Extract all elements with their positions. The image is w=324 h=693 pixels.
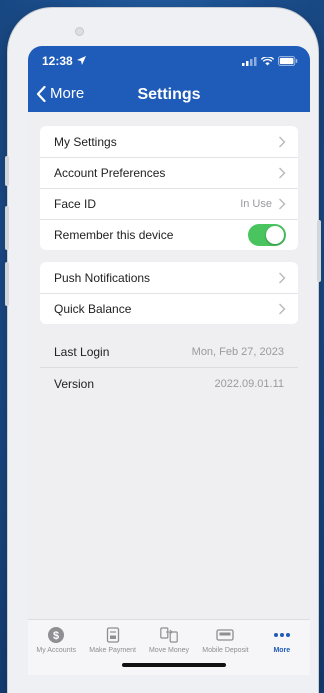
- last-login-value: Mon, Feb 27, 2023: [191, 345, 284, 358]
- navigation-bar: More Settings: [28, 82, 310, 108]
- toggle-knob: [266, 226, 284, 244]
- row-label: Remember this device: [54, 228, 174, 242]
- row-label: Push Notifications: [54, 270, 151, 285]
- volume-down-button: [5, 262, 9, 306]
- phone-frame: 12:38 More Settings My Settings Account …: [5, 8, 321, 693]
- row-label: My Settings: [54, 134, 117, 149]
- tab-label: Move Money: [148, 647, 190, 654]
- face-id-status: In Use: [240, 198, 272, 210]
- tab-my-accounts[interactable]: $ My Accounts: [28, 620, 84, 675]
- chevron-right-icon: [279, 272, 286, 283]
- row-label: Quick Balance: [54, 302, 132, 316]
- version-row: Version 2022.09.01.11: [40, 368, 298, 399]
- tab-bar: $ My Accounts Make Payment Move Money Mo…: [28, 619, 310, 675]
- status-time: 12:38: [42, 54, 73, 68]
- volume-up-button: [5, 206, 9, 250]
- wifi-icon: [261, 56, 274, 66]
- quick-balance-row[interactable]: Quick Balance: [40, 293, 298, 324]
- signal-icon: [242, 56, 257, 66]
- info-label: Version: [54, 376, 95, 391]
- status-bar: 12:38: [28, 54, 310, 70]
- my-settings-row[interactable]: My Settings: [40, 126, 298, 157]
- face-id-row[interactable]: Face ID In Use: [40, 188, 298, 219]
- front-camera: [75, 27, 84, 36]
- svg-text:$: $: [53, 630, 59, 642]
- battery-icon: [278, 56, 298, 66]
- more-dots-icon: [273, 633, 290, 637]
- mute-switch: [5, 156, 9, 186]
- account-preferences-row[interactable]: Account Preferences: [40, 157, 298, 188]
- tab-label: Make Payment: [89, 647, 136, 654]
- deposit-icon: [216, 629, 235, 641]
- version-value: 2022.09.01.11: [214, 377, 284, 390]
- settings-group-account: My Settings Account Preferences Face ID …: [40, 126, 298, 250]
- row-label: Face ID: [54, 197, 97, 211]
- settings-group-notifications: Push Notifications Quick Balance: [40, 262, 298, 324]
- tab-label: My Accounts: [36, 647, 77, 654]
- transfer-icon: [160, 627, 178, 643]
- location-arrow-icon: [77, 56, 86, 65]
- tab-label: More: [273, 647, 291, 654]
- chevron-right-icon: [279, 198, 286, 210]
- page-title: Settings: [137, 86, 201, 103]
- dollar-circle-icon: $: [48, 627, 65, 643]
- info-label: Last Login: [54, 344, 110, 359]
- remember-device-row: Remember this device: [40, 219, 298, 250]
- app-screen: 12:38 More Settings My Settings Account …: [28, 46, 310, 675]
- tab-label: Mobile Deposit: [202, 647, 249, 654]
- power-button: [317, 220, 321, 282]
- tab-more[interactable]: More: [254, 620, 310, 675]
- chevron-right-icon: [279, 303, 286, 315]
- remember-device-toggle[interactable]: [248, 224, 286, 246]
- row-label: Account Preferences: [54, 166, 166, 180]
- push-notifications-row[interactable]: Push Notifications: [40, 262, 298, 293]
- app-header: 12:38 More Settings: [28, 46, 310, 112]
- last-login-row: Last Login Mon, Feb 27, 2023: [40, 336, 298, 367]
- home-indicator: [122, 663, 226, 667]
- chevron-right-icon: [279, 136, 286, 147]
- chevron-right-icon: [279, 167, 286, 179]
- payment-icon: [106, 627, 119, 643]
